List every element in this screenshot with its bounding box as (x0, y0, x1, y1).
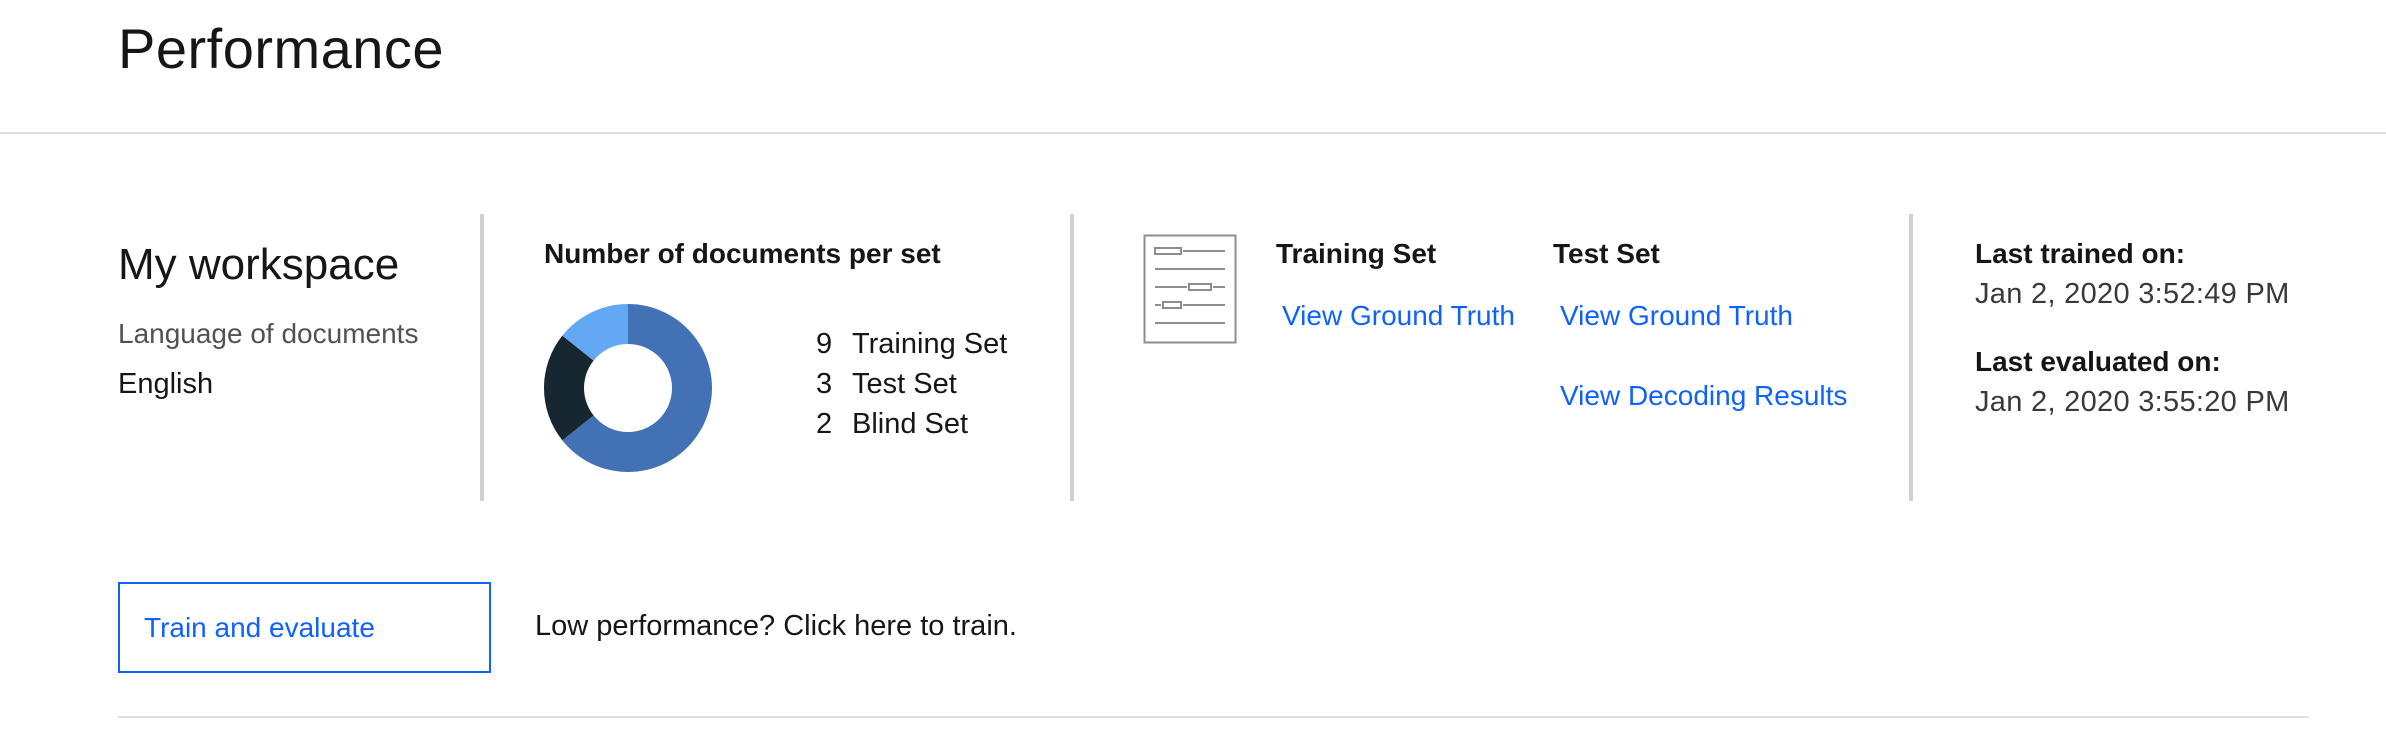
last-trained-label: Last trained on: (1975, 238, 2186, 269)
legend-item-test: 3 Test Set (816, 364, 957, 404)
last-evaluated-label: Last evaluated on: (1975, 346, 2221, 377)
footer-divider (118, 716, 2309, 718)
legend-count: 9 (816, 327, 833, 360)
legend-label: Blind Set (852, 407, 969, 440)
training-set-heading: Training Set (1276, 238, 1437, 269)
legend-label: Test Set (852, 367, 957, 400)
last-trained-value: Jan 2, 2020 3:52:49 PM (1975, 278, 2290, 310)
legend-count: 3 (816, 367, 833, 400)
low-performance-hint: Low performance? Click here to train. (535, 610, 1017, 642)
legend-label: Training Set (852, 327, 1008, 360)
documents-donut-chart (544, 304, 712, 472)
last-evaluated-value: Jan 2, 2020 3:55:20 PM (1975, 386, 2290, 418)
page-title: Performance (118, 17, 445, 80)
legend-item-training: 9 Training Set (816, 324, 1007, 364)
documents-heading: Number of documents per set (544, 238, 941, 269)
section-divider (480, 214, 484, 501)
workspace-name: My workspace (118, 240, 400, 289)
legend-item-blind: 2 Blind Set (816, 404, 968, 444)
language-value: English (118, 368, 214, 400)
section-divider (1070, 214, 1074, 501)
header-divider (0, 132, 2386, 134)
language-label: Language of documents (118, 318, 419, 349)
legend-count: 2 (816, 407, 833, 440)
training-view-ground-truth-link[interactable]: View Ground Truth (1282, 300, 1515, 332)
test-view-decoding-results-link[interactable]: View Decoding Results (1560, 380, 1847, 412)
train-and-evaluate-button[interactable]: Train and evaluate (118, 582, 491, 673)
test-set-heading: Test Set (1553, 238, 1660, 269)
test-view-ground-truth-link[interactable]: View Ground Truth (1560, 300, 1793, 332)
document-icon (1143, 234, 1237, 344)
section-divider (1909, 214, 1913, 501)
